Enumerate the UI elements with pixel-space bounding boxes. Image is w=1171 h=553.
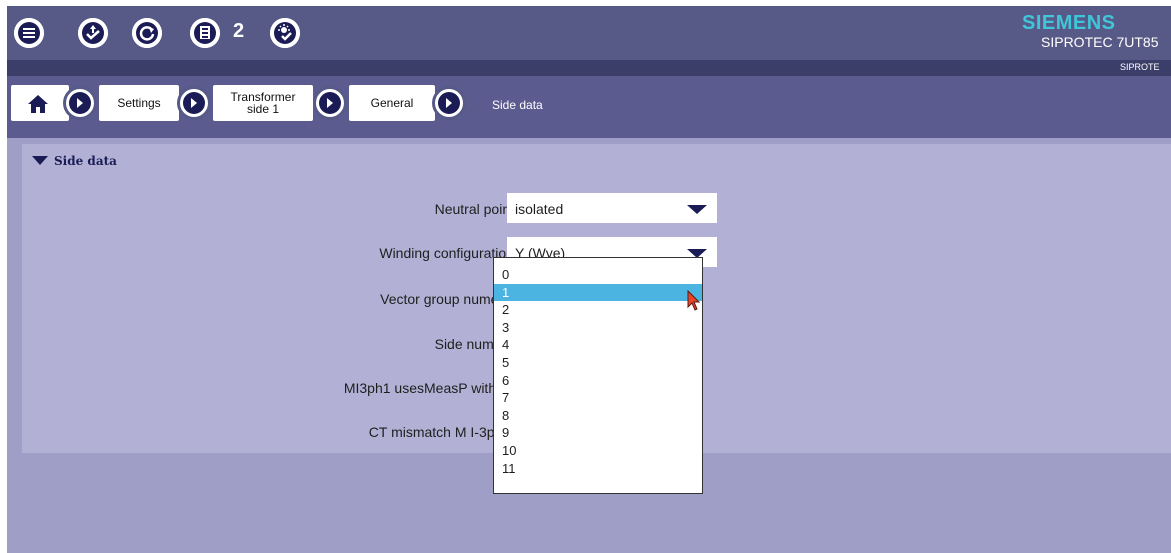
chevron-right-icon [327, 98, 333, 108]
breadcrumb-settings[interactable]: Settings [99, 85, 179, 121]
dropdown-option[interactable]: 1 [494, 283, 702, 302]
breadcrumb-arrow[interactable] [63, 86, 97, 120]
chevron-right-icon [77, 98, 83, 108]
chevron-right-icon [191, 98, 197, 108]
breadcrumb-current: Side data [492, 98, 543, 112]
device-subtitle: SIPROTE [1120, 62, 1160, 72]
dropdown-option[interactable]: 6 [494, 372, 702, 390]
dropdown-option[interactable]: 10 [494, 442, 702, 460]
home-button[interactable] [11, 85, 69, 121]
dropdown-option[interactable]: 5 [494, 354, 702, 372]
device-count: 2 [233, 20, 245, 42]
dropdown-option[interactable]: 8 [494, 407, 702, 425]
neutral-point-select[interactable]: isolated [507, 193, 717, 223]
dropdown-option[interactable]: 7 [494, 389, 702, 407]
device-strip: SIPROTE [7, 60, 1171, 76]
app-window: 2 SIEMENS SIPROTEC 7UT85 SIPROTE Setting… [7, 6, 1171, 553]
measuring-point-label: MI3ph1 usesMeasP with ID [343, 380, 514, 396]
panel-title: Side data [54, 154, 117, 168]
refresh-button[interactable] [132, 18, 162, 48]
dropdown-option[interactable]: 3 [494, 319, 702, 337]
chevron-right-icon [446, 98, 452, 108]
breadcrumb-arrow[interactable] [177, 86, 211, 120]
dropdown-option[interactable]: 4 [494, 336, 702, 354]
home-icon [28, 95, 48, 113]
refresh-icon [132, 18, 162, 48]
menu-button[interactable] [14, 18, 44, 48]
top-toolbar: 2 SIEMENS SIPROTEC 7UT85 [7, 6, 1171, 60]
load-button[interactable] [78, 18, 108, 48]
dropdown-option[interactable]: 9 [494, 424, 702, 442]
dropdown-option[interactable]: 0 [494, 266, 702, 284]
panel-header[interactable]: Side data [32, 154, 117, 168]
neutral-point-value: isolated [515, 201, 564, 217]
breadcrumb-arrow[interactable] [313, 86, 347, 120]
vector-group-dropdown[interactable]: 0 1 2 3 4 5 6 7 8 9 10 11 [493, 257, 703, 494]
product-name: SIPROTEC 7UT85 [1041, 34, 1159, 50]
collapse-triangle-icon [32, 156, 48, 165]
breadcrumb-transformer-side[interactable]: Transformer side 1 [213, 85, 313, 121]
breadcrumb: Settings Transformer side 1 General Side… [7, 76, 1171, 138]
chevron-down-icon [687, 205, 707, 214]
breadcrumb-arrow[interactable] [432, 86, 466, 120]
menu-icon [14, 18, 44, 48]
upload-check-icon [78, 18, 108, 48]
neutral-point-label: Neutral point [434, 201, 514, 217]
light-check-icon [270, 18, 300, 48]
siemens-logo: SIEMENS [1022, 12, 1116, 34]
device-list-button[interactable] [190, 18, 220, 48]
mouse-cursor-icon [687, 290, 701, 311]
device-list-icon [190, 18, 220, 48]
dropdown-option[interactable]: 11 [494, 460, 702, 478]
dropdown-option[interactable]: 2 [494, 301, 702, 319]
test-mode-button[interactable] [270, 18, 300, 48]
breadcrumb-general[interactable]: General [349, 85, 435, 121]
